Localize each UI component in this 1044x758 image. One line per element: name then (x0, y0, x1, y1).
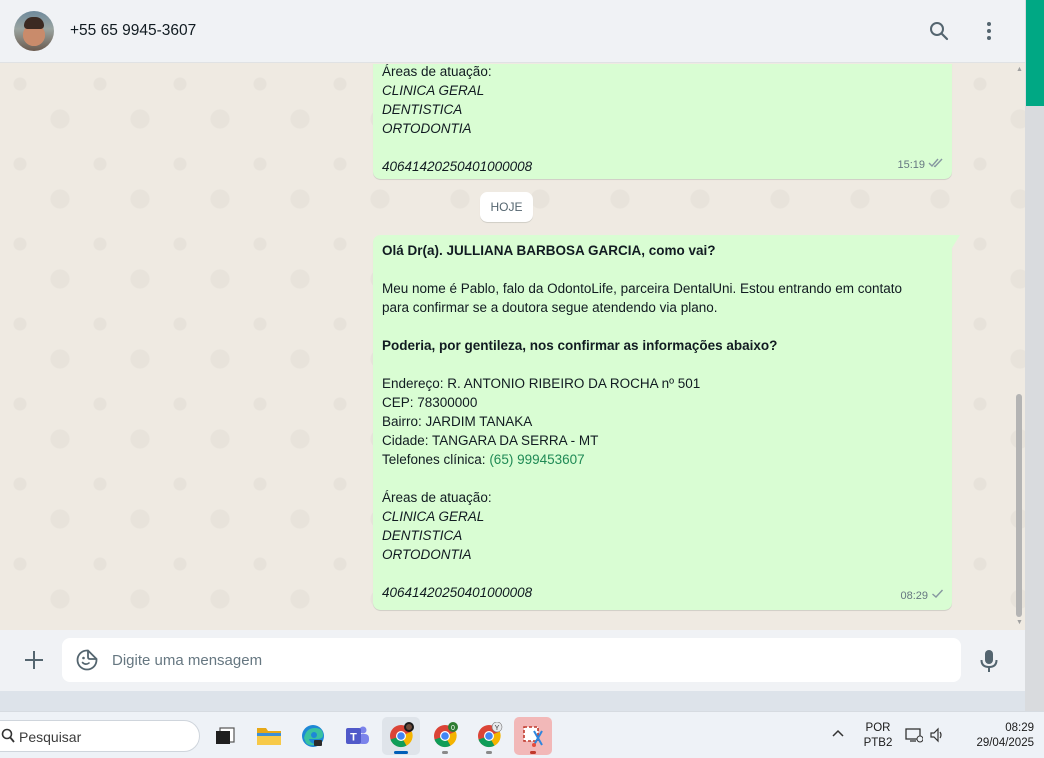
svg-text:T: T (350, 732, 357, 744)
message-line: 40641420250401000008 (382, 159, 533, 174)
message-meta: 15:19 (897, 156, 944, 175)
message-line (382, 138, 943, 157)
chat-header: +55 65 9945-3607 (0, 0, 1025, 63)
single-check-icon (931, 587, 944, 606)
chat-scrollbar[interactable]: ▲ ▼ (1013, 64, 1025, 630)
message-cep: CEP: 78300000 (382, 395, 478, 410)
message-blank (382, 564, 943, 583)
chrome-profile-badge: Y (495, 725, 500, 732)
message-bubble-outgoing[interactable]: Olá Dr(a). JULLIANA BARBOSA GARCIA, como… (373, 235, 960, 610)
message-time: 08:29 (900, 590, 928, 602)
taskbar-search[interactable]: Pesquisar (0, 720, 200, 752)
message-line: Áreas de atuação: (382, 64, 492, 79)
message-telefones: Telefones clínica: (65) 999453607 (382, 450, 943, 469)
sticker-icon[interactable] (75, 648, 99, 672)
running-indicator (530, 751, 536, 754)
chrome-icon[interactable]: Y (470, 717, 508, 755)
windows-taskbar: Pesquisar T 0 Y POR PTB2 08:29 29/04/202… (0, 711, 1044, 758)
message-area: ORTODONTIA (382, 547, 472, 562)
message-area: DENTISTICA (382, 528, 463, 543)
clock-time: 08:29 (1005, 722, 1034, 734)
message-meta: 08:29 (900, 587, 944, 606)
plus-icon[interactable] (22, 648, 46, 672)
message-intro: Meu nome é Pablo, falo da OdontoLife, pa… (382, 281, 903, 296)
message-composer (0, 630, 1025, 691)
task-view-icon[interactable] (206, 717, 244, 755)
message-blank (382, 355, 943, 374)
message-bubble-previous[interactable]: Áreas de atuação: CLINICA GERAL DENTISTI… (373, 64, 952, 179)
bubble-tail (952, 235, 960, 248)
search-icon[interactable] (927, 19, 951, 43)
desktop-gap (0, 691, 1025, 711)
microphone-icon[interactable] (977, 648, 1001, 674)
active-indicator (394, 751, 408, 754)
volume-icon[interactable] (929, 727, 945, 748)
running-indicator (442, 751, 448, 754)
tray-overflow-icon[interactable] (832, 727, 844, 742)
scroll-up-arrow-icon[interactable]: ▲ (1016, 66, 1023, 73)
message-blank (382, 317, 943, 336)
message-greeting: Olá Dr(a). JULLIANA BARBOSA GARCIA, como… (382, 243, 716, 258)
teams-icon[interactable]: T (338, 717, 376, 755)
double-check-icon (928, 156, 944, 175)
snipping-tool-icon[interactable] (514, 717, 552, 755)
message-bairro: Bairro: JARDIM TANAKA (382, 414, 533, 429)
message-areas-label: Áreas de atuação: (382, 490, 492, 505)
whatsapp-window: +55 65 9945-3607 Áreas de atuação: CLINI… (0, 0, 1025, 691)
chrome-icon[interactable] (382, 717, 420, 755)
message-input-box[interactable] (62, 638, 961, 682)
taskbar-clock[interactable]: 08:29 29/04/2025 (958, 721, 1034, 751)
file-explorer-icon[interactable] (250, 717, 288, 755)
message-line: DENTISTICA (382, 102, 463, 117)
message-area: CLINICA GERAL (382, 509, 485, 524)
message-cidade: Cidade: TANGARA DA SERRA - MT (382, 433, 599, 448)
message-time: 15:19 (897, 159, 925, 171)
message-input[interactable] (112, 638, 942, 682)
telefones-label: Telefones clínica: (382, 452, 490, 467)
language-label: POR (865, 722, 891, 734)
message-intro: para confirmar se a doutora segue atende… (382, 300, 718, 315)
message-protocol: 40641420250401000008 (382, 585, 533, 600)
search-icon (1, 728, 15, 747)
edge-icon[interactable] (294, 717, 332, 755)
chrome-icon[interactable]: 0 (426, 717, 464, 755)
message-list[interactable]: Áreas de atuação: CLINICA GERAL DENTISTI… (0, 64, 1025, 630)
scrollbar-thumb[interactable] (1016, 394, 1022, 617)
taskbar-search-label: Pesquisar (19, 729, 82, 745)
message-endereco: Endereço: R. ANTONIO RIBEIRO DA ROCHA nº… (382, 376, 701, 391)
message-blank (382, 469, 943, 488)
day-separator: HOJE (480, 192, 533, 222)
message-question: Poderia, por gentileza, nos confirmar as… (382, 338, 778, 353)
contact-avatar[interactable] (14, 11, 54, 51)
menu-dots-icon[interactable] (977, 19, 1001, 43)
contact-name[interactable]: +55 65 9945-3607 (70, 22, 196, 40)
message-blank (382, 260, 943, 279)
scroll-down-arrow-icon[interactable]: ▼ (1016, 619, 1023, 626)
input-language-indicator[interactable]: POR PTB2 (860, 721, 896, 751)
network-icon[interactable] (905, 727, 924, 748)
phone-link[interactable]: (65) 999453607 (489, 452, 584, 467)
clock-date: 29/04/2025 (976, 737, 1034, 749)
keyboard-label: PTB2 (863, 737, 893, 749)
chrome-profile-badge: 0 (451, 725, 455, 732)
background-window-strip (1025, 0, 1044, 711)
message-line: CLINICA GERAL (382, 83, 485, 98)
message-line: ORTODONTIA (382, 121, 472, 136)
running-indicator (486, 751, 492, 754)
